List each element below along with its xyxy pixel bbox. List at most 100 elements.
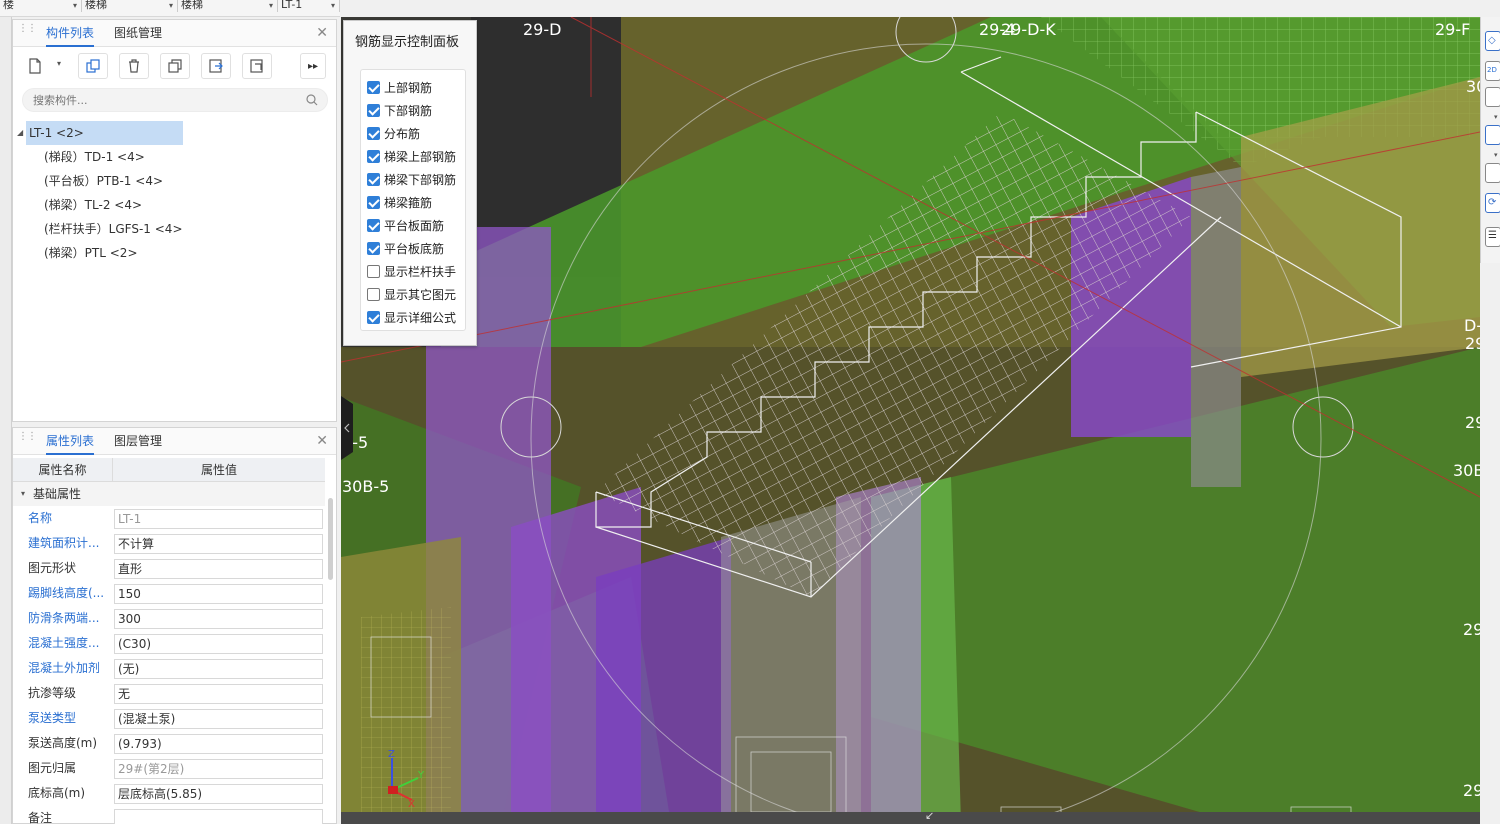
property-value-field[interactable]: 无: [114, 684, 323, 704]
triangle-down-icon[interactable]: ◢: [17, 121, 23, 145]
close-icon[interactable]: ✕: [316, 433, 328, 449]
checkbox-checked-icon[interactable]: [367, 218, 380, 232]
search-icon[interactable]: [305, 93, 319, 107]
z-axis-label: Z: [388, 749, 395, 760]
rebar-option[interactable]: 显示栏杆扶手: [367, 262, 456, 280]
select-mode-button[interactable]: [1485, 163, 1500, 183]
property-value-field[interactable]: 300: [114, 609, 323, 629]
tree-item-root[interactable]: ◢ LT-1 <2>: [17, 121, 183, 145]
component-combo[interactable]: LT-1 ▾: [278, 0, 340, 12]
checkbox-checked-icon[interactable]: [367, 126, 380, 140]
checkbox-checked-icon[interactable]: [367, 103, 380, 117]
property-value-field[interactable]: (混凝土泵): [114, 709, 323, 729]
checkbox-checked-icon[interactable]: [367, 310, 380, 324]
checkbox-checked-icon[interactable]: [367, 172, 380, 186]
chevron-down-icon[interactable]: ▾: [1494, 113, 1498, 121]
chevron-down-icon[interactable]: ▾: [57, 59, 61, 68]
axis-label-30b: 30B: [1453, 461, 1480, 480]
resize-arrow-icon[interactable]: ↙: [925, 809, 934, 822]
checkbox-checked-icon[interactable]: [367, 149, 380, 163]
tree-item-child[interactable]: (梯段）TD-1 <4>: [13, 145, 336, 169]
rebar-option-label: 上部钢筋: [384, 80, 433, 95]
duplicate-component-button[interactable]: [160, 53, 190, 79]
property-scrollbar[interactable]: [328, 498, 333, 580]
property-value-field[interactable]: [114, 809, 323, 824]
rebar-option[interactable]: 梯梁上部钢筋: [367, 147, 456, 165]
triangle-down-icon[interactable]: ▾: [21, 482, 25, 506]
rebar-option-label: 平台板底筋: [384, 241, 445, 256]
x-axis-label: X: [408, 799, 415, 808]
tree-item-child[interactable]: (栏杆扶手）LGFS-1 <4>: [13, 217, 336, 241]
3d-scene[interactable]: [341, 17, 1480, 824]
property-value-field[interactable]: (C30): [114, 634, 323, 654]
new-document-icon: [29, 58, 41, 74]
collapse-handle[interactable]: [341, 396, 355, 460]
property-table-header: 属性名称 属性值: [13, 458, 325, 482]
rebar-option[interactable]: 平台板面筋: [367, 216, 444, 234]
tab-layer-management[interactable]: 图层管理: [114, 428, 162, 455]
more-tools-button[interactable]: ▸▸: [300, 53, 326, 79]
axis-label-29d: 29: [1463, 781, 1480, 800]
rebar-option[interactable]: 梯梁下部钢筋: [367, 170, 456, 188]
view-2d-button[interactable]: 2D: [1485, 61, 1500, 81]
export-component-button[interactable]: [242, 53, 272, 79]
close-icon[interactable]: ✕: [316, 25, 328, 41]
display-mode-button[interactable]: [1485, 125, 1500, 145]
checkbox-unchecked-icon[interactable]: [367, 287, 380, 301]
tab-drawing-management[interactable]: 图纸管理: [114, 20, 162, 47]
search-input[interactable]: [33, 92, 293, 108]
property-value-field[interactable]: 150: [114, 584, 323, 604]
axis-label-29-d-k: 29-D-K: [1001, 20, 1056, 39]
rebar-option-label: 梯梁上部钢筋: [384, 149, 457, 164]
property-value-field[interactable]: (9.793): [114, 734, 323, 754]
trash-icon: [129, 59, 139, 73]
rebar-option[interactable]: 显示详细公式: [367, 308, 456, 326]
rebar-option-label: 平台板面筋: [384, 218, 445, 233]
cube-icon: ◇: [1488, 35, 1496, 46]
property-value-field[interactable]: 层底标高(5.85): [114, 784, 323, 804]
new-component-button[interactable]: [22, 53, 48, 79]
copy-component-button[interactable]: [78, 53, 108, 79]
property-value-field[interactable]: LT-1: [114, 509, 323, 529]
tree-item-child[interactable]: (梯梁）TL-2 <4>: [13, 193, 336, 217]
y-axis-label: Y: [417, 770, 425, 781]
property-view-button[interactable]: ☰: [1485, 227, 1500, 247]
checkbox-checked-icon[interactable]: [367, 80, 380, 94]
view-cube-button[interactable]: ◇: [1485, 31, 1500, 51]
property-group-basic[interactable]: ▾ 基础属性: [13, 482, 325, 506]
view-3d-button[interactable]: [1485, 87, 1500, 107]
checkbox-checked-icon[interactable]: [367, 195, 380, 209]
tree-item-label: (栏杆扶手）LGFS-1 <4>: [44, 222, 183, 236]
floor-combo[interactable]: 楼 ▾: [0, 0, 82, 12]
checkbox-checked-icon[interactable]: [367, 241, 380, 255]
drag-grip-icon[interactable]: ⋮⋮: [18, 432, 37, 447]
rebar-option[interactable]: 平台板底筋: [367, 239, 444, 257]
type-combo[interactable]: 楼梯 ▾: [178, 0, 278, 12]
checkbox-unchecked-icon[interactable]: [367, 264, 380, 278]
chevron-down-icon[interactable]: ▾: [1494, 151, 1498, 159]
delete-component-button[interactable]: [119, 53, 149, 79]
property-name: 混凝土外加剂: [28, 661, 101, 675]
rebar-option[interactable]: 梯梁箍筋: [367, 193, 432, 211]
3d-viewport[interactable]: 29-D 29-4 29-D-K 29-F 30 D- 29 29 30B 29…: [341, 17, 1480, 824]
category-combo[interactable]: 楼梯 ▾: [82, 0, 178, 12]
axis-label-29c: 29: [1463, 620, 1480, 639]
list-icon: ☰: [1488, 230, 1497, 241]
rebar-option[interactable]: 上部钢筋: [367, 78, 432, 96]
tree-item-child[interactable]: (平台板）PTB-1 <4>: [13, 169, 336, 193]
rotate-view-button[interactable]: ⟳: [1485, 193, 1500, 213]
property-name: 防滑条两端...: [28, 611, 100, 625]
tab-property-list[interactable]: 属性列表: [46, 428, 95, 455]
rebar-option[interactable]: 下部钢筋: [367, 101, 432, 119]
property-value-field[interactable]: 29#(第2层): [114, 759, 323, 779]
tree-item-child[interactable]: (梯梁）PTL <2>: [13, 241, 336, 265]
tab-component-list[interactable]: 构件列表: [46, 20, 95, 47]
property-value-field[interactable]: (无): [114, 659, 323, 679]
tree-item-label: (梯梁）TL-2 <4>: [44, 198, 143, 212]
property-value-field[interactable]: 直形: [114, 559, 323, 579]
rebar-option[interactable]: 分布筋: [367, 124, 420, 142]
rebar-option[interactable]: 显示其它图元: [367, 285, 456, 303]
drag-grip-icon[interactable]: ⋮⋮: [18, 24, 37, 39]
import-component-button[interactable]: [201, 53, 231, 79]
property-value-field[interactable]: 不计算: [114, 534, 323, 554]
